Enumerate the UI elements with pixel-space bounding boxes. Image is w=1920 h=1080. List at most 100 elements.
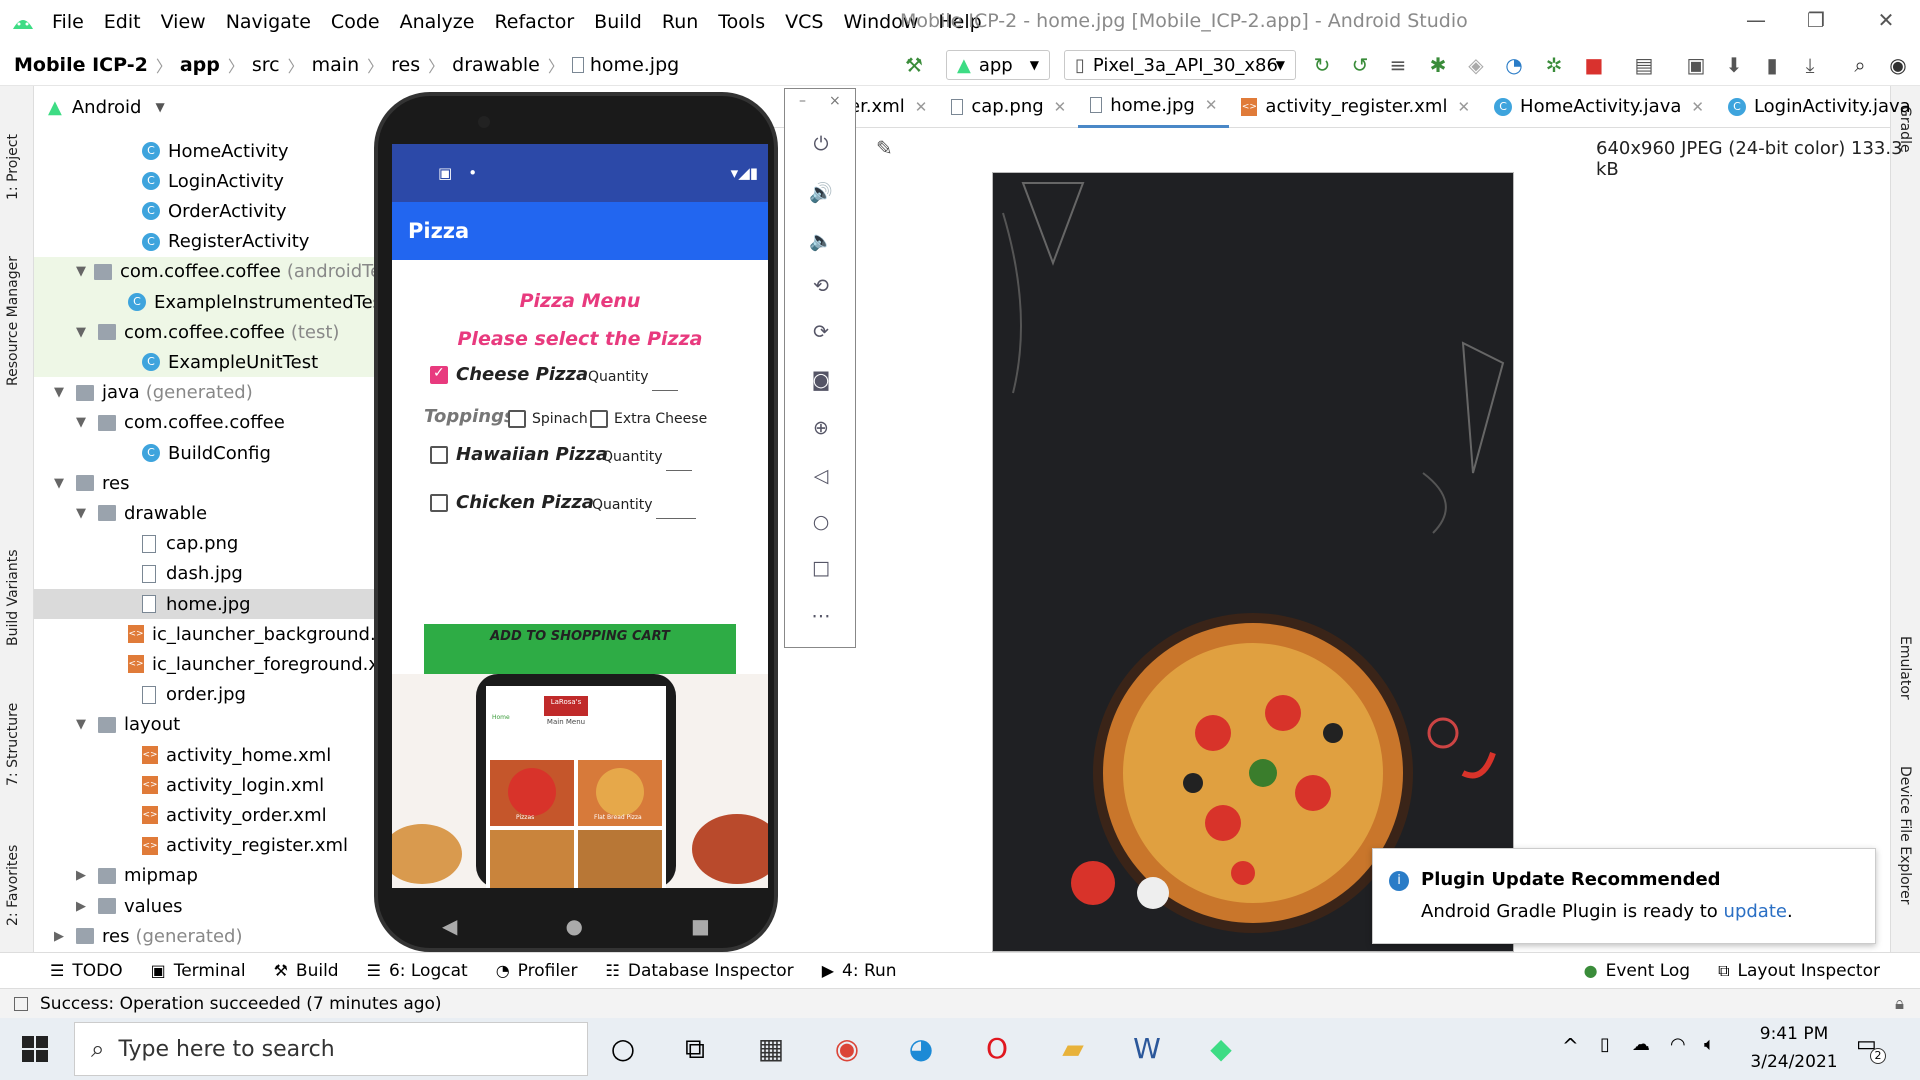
tree-item[interactable]: <> ic_launcher_background.xml <box>34 619 374 649</box>
chicken-pizza-checkbox[interactable] <box>430 494 448 512</box>
edge-icon[interactable]: ◕ <box>900 1028 942 1070</box>
tab-activity-register-xml[interactable]: <> activity_register.xml ✕ <box>1229 86 1482 128</box>
tray-device-icon[interactable]: ▯ <box>1600 1034 1610 1055</box>
chevron-right-icon[interactable]: ▶ <box>76 868 90 883</box>
profile-icon[interactable]: ◔ <box>1500 52 1528 78</box>
menu-tools[interactable]: Tools <box>718 11 765 33</box>
add-to-cart-button[interactable]: ADD TO SHOPPING CART <box>424 624 736 674</box>
tab-home-jpg[interactable]: home.jpg ✕ <box>1078 86 1230 128</box>
tree-item[interactable]: ▶ res (generated) <box>34 921 374 951</box>
tree-item[interactable]: C RegisterActivity <box>34 227 374 257</box>
project-tool-tab[interactable]: 1: Project <box>5 100 21 200</box>
search-icon[interactable]: ⌕ <box>1846 52 1874 78</box>
apply-code-changes-icon[interactable]: ↺ <box>1346 52 1374 78</box>
chrome-icon[interactable]: ◉ <box>826 1028 868 1070</box>
tree-item[interactable]: ▶ mipmap <box>34 861 374 891</box>
tab-cap-png[interactable]: cap.png ✕ <box>939 86 1078 128</box>
close-tab-icon[interactable]: ✕ <box>1054 98 1067 116</box>
run-config-dropdown[interactable]: ▲ app ▼ <box>946 50 1050 80</box>
event-log-tool-button[interactable]: ● Event Log <box>1584 961 1690 981</box>
menu-run[interactable]: Run <box>662 11 698 33</box>
taskbar-date[interactable]: 3/24/2021 <box>1746 1052 1842 1072</box>
attach-debugger-icon[interactable]: ◈ <box>1462 52 1490 78</box>
close-window-button[interactable]: ✕ <box>1866 8 1906 34</box>
minimize-button[interactable]: — <box>1736 8 1776 34</box>
avd-manager-icon[interactable]: ▣ <box>1682 52 1710 78</box>
chevron-right-icon[interactable]: ▶ <box>76 899 90 914</box>
chevron-down-icon[interactable]: ▼ <box>76 717 90 732</box>
phone-back-button[interactable]: ◀ <box>442 914 457 938</box>
tree-item[interactable]: <> ic_launcher_foreground.xml <box>34 649 374 679</box>
file-explorer-icon[interactable]: ▰ <box>1052 1028 1094 1070</box>
chicken-quantity-input[interactable] <box>656 518 696 519</box>
restore-button[interactable]: ❐ <box>1796 8 1836 34</box>
menu-code[interactable]: Code <box>331 11 380 33</box>
device-file-explorer-tool-tab[interactable]: Device File Explorer <box>1897 766 1913 905</box>
tree-item[interactable]: ▼ com.coffee.coffee (test) <box>34 317 374 348</box>
tree-item[interactable]: order.jpg <box>34 680 374 710</box>
taskbar-search-box[interactable]: ⌕ Type here to search <box>74 1022 588 1076</box>
device-manager-icon[interactable]: ▮ <box>1758 52 1786 78</box>
project-view-selector[interactable]: ▲ Android ▼ <box>34 86 374 128</box>
task-view-icon[interactable]: ⧉ <box>674 1028 716 1070</box>
debug-run-icon[interactable]: ✲ <box>1540 52 1568 78</box>
structure-tool-tab[interactable]: 7: Structure <box>5 686 21 786</box>
close-tab-icon[interactable]: ✕ <box>915 98 928 116</box>
stop-icon[interactable]: ■ <box>1580 52 1608 78</box>
download-icon[interactable]: ⤓ <box>1796 52 1824 78</box>
update-link[interactable]: update <box>1724 901 1787 922</box>
windows-start-icon[interactable] <box>22 1036 48 1062</box>
taskbar-time[interactable]: 9:41 PM <box>1754 1024 1834 1044</box>
sync-gradle-icon[interactable]: ▤ <box>1630 52 1658 78</box>
breadcrumb-drawable[interactable]: drawable <box>452 54 540 76</box>
tree-item[interactable]: C ExampleUnitTest <box>34 347 374 378</box>
profiler-tool-button[interactable]: ◔ Profiler <box>496 961 578 981</box>
breadcrumb-main[interactable]: main <box>312 54 359 76</box>
menu-build[interactable]: Build <box>594 11 642 33</box>
tree-item[interactable]: ▼ java (generated) <box>34 378 374 408</box>
menu-file[interactable]: File <box>52 11 84 33</box>
tree-item[interactable]: cap.png <box>34 529 374 559</box>
home-icon[interactable]: ○ <box>807 511 835 539</box>
breadcrumb-src[interactable]: src <box>252 54 280 76</box>
todo-tool-button[interactable]: ☰ TODO <box>50 961 123 981</box>
camera-icon[interactable]: ◙ <box>807 369 835 397</box>
tree-item[interactable]: C LoginActivity <box>34 166 374 196</box>
tree-item[interactable]: <> activity_order.xml <box>34 800 374 830</box>
tree-item[interactable]: dash.jpg <box>34 559 374 589</box>
sdk-manager-icon[interactable]: ⬇ <box>1720 52 1748 78</box>
tree-item[interactable]: home.jpg <box>34 589 374 619</box>
cheese-quantity-input[interactable] <box>652 390 678 391</box>
menu-vcs[interactable]: VCS <box>785 11 823 33</box>
volume-up-icon[interactable]: 🔊 <box>807 181 835 209</box>
extra-cheese-checkbox[interactable] <box>590 410 608 428</box>
tree-item[interactable]: ▼ drawable <box>34 498 374 528</box>
breadcrumb-file[interactable]: home.jpg <box>590 54 679 76</box>
more-icon[interactable]: ⋯ <box>807 605 835 633</box>
tray-cloud-icon[interactable]: ☁ <box>1632 1034 1650 1055</box>
tree-item[interactable]: <> activity_login.xml <box>34 770 374 800</box>
emulator-close-icon[interactable]: × <box>829 93 841 109</box>
tree-item[interactable]: C OrderActivity <box>34 196 374 226</box>
make-project-hammer-icon[interactable]: ⚒ <box>900 52 928 78</box>
volume-icon[interactable]: 🔈︎ <box>1704 1034 1715 1055</box>
tree-item[interactable]: ▼ layout <box>34 710 374 740</box>
tree-item[interactable]: C ExampleInstrumentedTest <box>34 287 374 317</box>
tree-item[interactable]: C HomeActivity <box>34 136 374 166</box>
tree-item[interactable]: <> activity_register.xml <box>34 831 374 861</box>
tab-homeactivity-java[interactable]: C HomeActivity.java ✕ <box>1482 86 1716 128</box>
lock-icon[interactable]: 🔒︎ <box>1895 994 1904 1014</box>
debug-icon[interactable]: ✱ <box>1424 52 1452 78</box>
resource-manager-tool-tab[interactable]: Resource Manager <box>5 246 21 386</box>
build-variants-tool-tab[interactable]: Build Variants <box>5 526 21 646</box>
chevron-down-icon[interactable]: ▼ <box>76 264 86 279</box>
menu-analyze[interactable]: Analyze <box>400 11 475 33</box>
rotate-left-icon[interactable]: ⟲ <box>807 275 835 303</box>
phone-home-button[interactable]: ● <box>566 914 583 938</box>
color-picker-icon[interactable]: ✎ <box>876 136 893 160</box>
chevron-down-icon[interactable]: ▼ <box>76 325 90 340</box>
cortana-icon[interactable]: ○ <box>602 1028 644 1070</box>
status-panel-icon[interactable] <box>14 996 28 1011</box>
opera-icon[interactable]: O <box>976 1028 1018 1070</box>
chevron-right-icon[interactable]: ▶ <box>54 929 68 944</box>
